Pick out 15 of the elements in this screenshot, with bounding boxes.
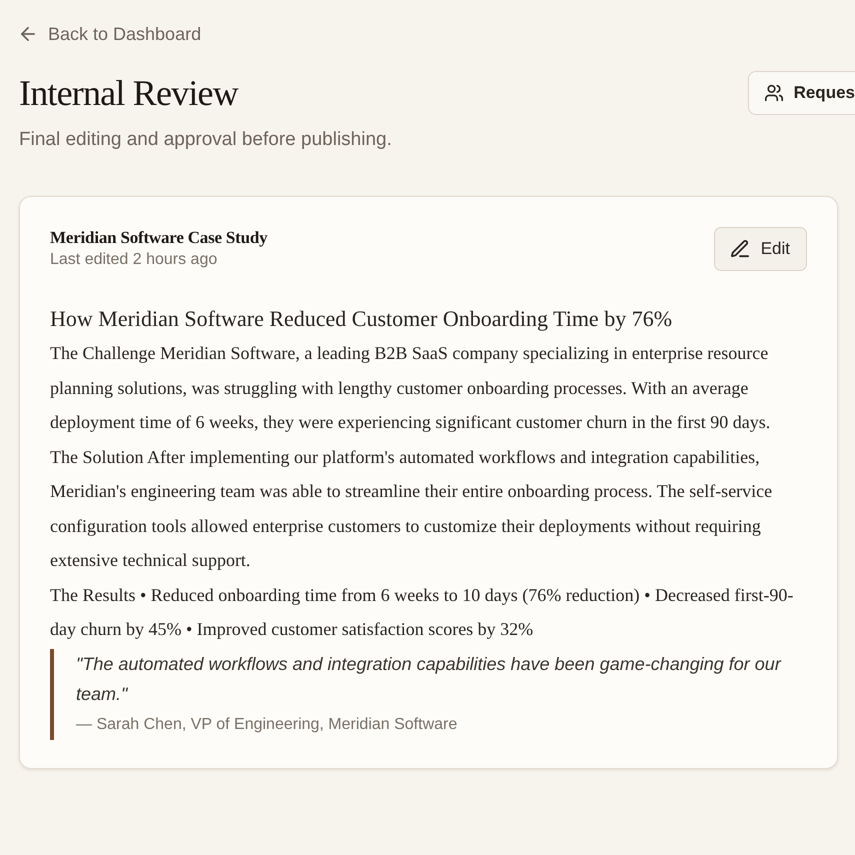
article-paragraph: The Results • Reduced onboarding time from 6 weeks to 10 days (76% reduction) • Decreased first-90-day churn by 45% • Improved customer satisfaction scores by 32% [50, 584, 794, 641]
users-icon [764, 84, 783, 102]
article-heading: How Meridian Software Reduced Customer Onboarding Time by 76% [50, 305, 674, 333]
article-paragraph: The Challenge Meridian Software, a leading B2B SaaS company specializing in enterprise resource planning solutions, was struggling with lengthy customer onboarding processes. With an average deployment time of 6 weeks, they were experiencing significant customer churn in the first 90 days. [50, 342, 772, 434]
article-paragraph: The Solution After implementing our platform's automated workflows and integration capabilities, Meridian's engineering team was able to streamline their entire onboarding process. The self-service configuration tools allowed enterprise customers to customize their deployments without requiring extensive technical support. [50, 446, 774, 572]
document-title: Meridian Software Case Study [50, 227, 268, 249]
page-subtitle: Final editing and approval before publishing. [19, 128, 392, 152]
pencil-icon [730, 240, 749, 258]
quote-attribution: — Sarah Chen, VP of Engineering, Meridian Software [76, 714, 458, 734]
last-edited-text: Last edited 2 hours ago [50, 250, 218, 270]
back-link[interactable]: Back to Dashboard [21, 23, 202, 45]
request-button[interactable]: Reques [748, 71, 855, 115]
edit-button[interactable]: Edit [714, 227, 807, 271]
page-title: Internal Review [19, 72, 240, 115]
quote-text: "The automated workflows and integration capabilities have been game-changing for our team." [76, 652, 782, 706]
